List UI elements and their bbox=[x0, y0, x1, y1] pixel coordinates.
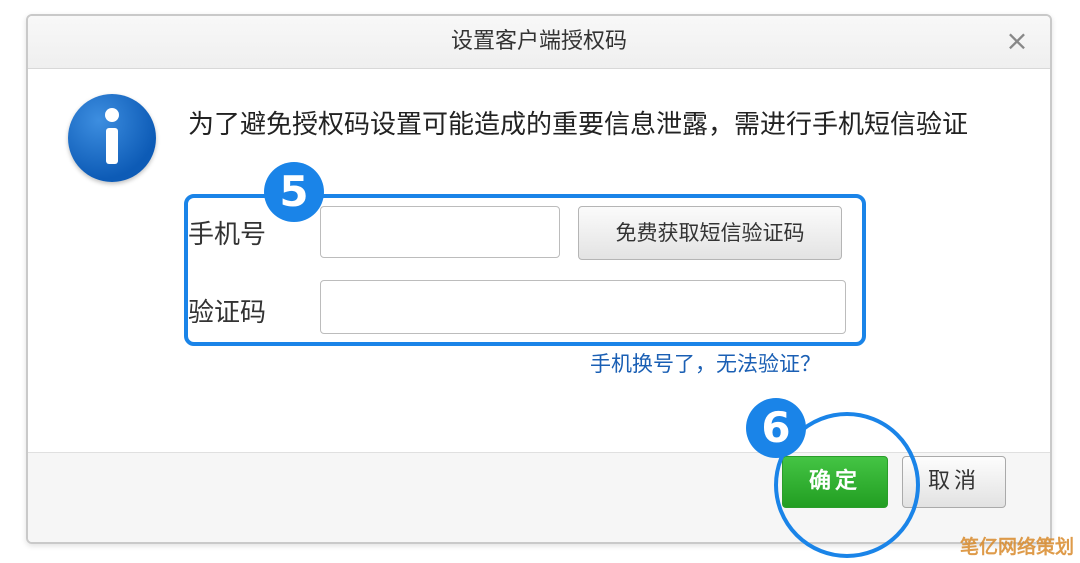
changed-phone-link[interactable]: 手机换号了，无法验证？ bbox=[590, 348, 821, 378]
watermark: 笔亿网络策划 bbox=[959, 536, 1074, 558]
phone-input[interactable] bbox=[320, 206, 560, 258]
step-5-badge: 5 bbox=[264, 162, 324, 222]
dialog-title: 设置客户端授权码 bbox=[450, 29, 627, 54]
get-sms-code-button[interactable]: 免费获取短信验证码 bbox=[578, 206, 842, 260]
dialog-titlebar: 设置客户端授权码 × bbox=[28, 16, 1050, 69]
info-icon-stem bbox=[106, 128, 118, 164]
verification-message: 为了避免授权码设置可能造成的重要信息泄露，需进行手机短信验证 bbox=[188, 110, 969, 140]
step-6-badge: 6 bbox=[746, 398, 806, 458]
phone-label: 手机号 bbox=[188, 220, 267, 250]
verification-code-input[interactable] bbox=[320, 280, 846, 334]
close-icon[interactable]: × bbox=[1002, 26, 1032, 56]
info-icon bbox=[68, 94, 156, 182]
info-icon-dot bbox=[105, 108, 119, 122]
code-label: 验证码 bbox=[188, 298, 267, 328]
